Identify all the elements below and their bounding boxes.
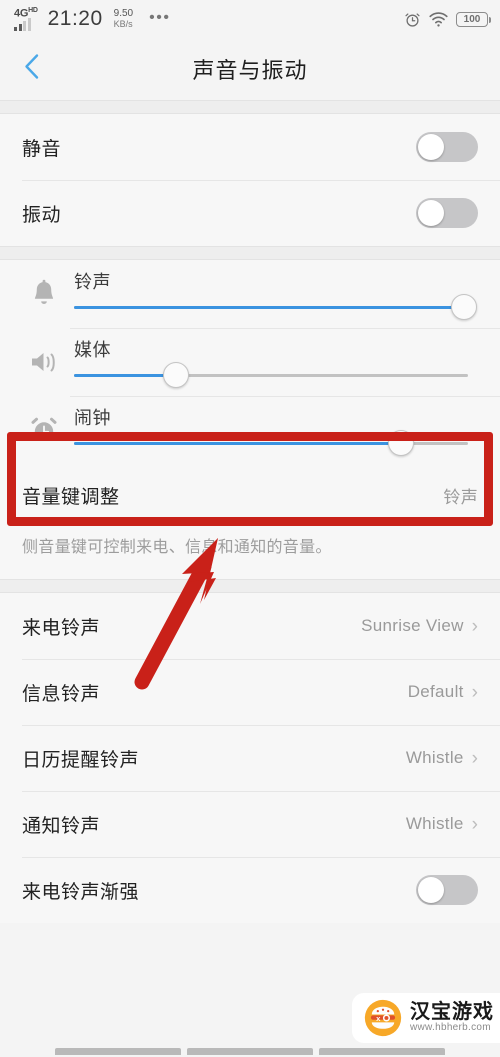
network-hd-label: HD <box>28 7 38 15</box>
ringtone-list-section: 来电铃声 Sunrise View › 信息铃声 Default › 日历提醒铃… <box>0 593 500 924</box>
slider-knob-alarm[interactable] <box>388 430 415 456</box>
volume-key-section: 音量键调整 铃声 侧音量键可控制来电、信息和通知的音量。 <box>0 464 500 580</box>
section-gap-2 <box>0 246 500 260</box>
status-bar-right: 100 <box>404 0 491 38</box>
row-gradual-ringtone-label: 来电铃声渐强 <box>22 881 140 903</box>
row-message-ringtone-right: Default › <box>408 682 478 702</box>
navigation-hint-bar <box>0 1045 500 1057</box>
row-notification-ringtone-label: 通知铃声 <box>22 815 101 837</box>
row-message-ringtone-label: 信息铃声 <box>22 683 101 705</box>
slider-label-media: 媒体 <box>74 340 111 360</box>
svg-text:x: x <box>376 1014 381 1023</box>
chevron-right-icon: › <box>471 747 478 769</box>
section-gap-1 <box>0 100 500 114</box>
network-type-label: 4G <box>14 8 29 20</box>
slider-row-ringtone[interactable]: 铃声 <box>0 260 500 328</box>
slider-track-alarm[interactable] <box>74 430 468 456</box>
slider-fill-media <box>74 374 177 377</box>
back-button[interactable] <box>18 48 45 91</box>
vibrate-toggle-knob <box>418 200 444 226</box>
slider-knob-media[interactable] <box>163 362 190 388</box>
status-bar: 4GHD 21:20 9.50 KB/s ••• 100 <box>0 0 500 38</box>
volume-key-description: 侧音量键可控制来电、信息和通知的音量。 <box>22 539 332 556</box>
watermark-url: www.hbherb.com <box>410 1022 491 1034</box>
row-calendar-ringtone-label: 日历提醒铃声 <box>22 749 140 771</box>
row-calendar-ringtone-value: Whistle <box>405 748 464 768</box>
row-mute-label: 静音 <box>22 138 62 160</box>
row-calendar-ringtone[interactable]: 日历提醒铃声 Whistle › <box>0 725 500 791</box>
row-call-ringtone[interactable]: 来电铃声 Sunrise View › <box>0 593 500 659</box>
watermark: x 汉宝游戏 www.hbherb.com <box>352 993 500 1043</box>
network-speed: 9.50 KB/s <box>114 9 133 29</box>
chevron-right-icon: › <box>471 681 478 703</box>
row-mute[interactable]: 静音 <box>0 114 500 180</box>
row-call-ringtone-value: Sunrise View <box>361 616 464 636</box>
slider-knob-ringtone[interactable] <box>451 294 478 320</box>
section-gap-3 <box>0 579 500 594</box>
row-vibrate[interactable]: 振动 <box>0 180 500 246</box>
mute-toggle-knob <box>418 134 444 160</box>
nav-hint-right[interactable] <box>319 1048 445 1055</box>
row-calendar-ringtone-right: Whistle › <box>406 748 478 768</box>
alarm-clock-icon <box>405 12 420 27</box>
chevron-right-icon: › <box>471 813 478 835</box>
gradual-ringtone-toggle[interactable] <box>416 875 478 906</box>
row-volume-key[interactable]: 音量键调整 铃声 <box>0 464 500 526</box>
slider-body-ringtone: 铃声 <box>70 260 482 328</box>
volume-sliders-section: 铃声 媒体 闹钟 <box>0 260 500 464</box>
row-volume-key-value: 铃声 <box>443 487 478 507</box>
slider-row-alarm[interactable]: 闹钟 <box>0 396 500 464</box>
status-overflow-dots: ••• <box>149 9 171 26</box>
phone-screen: 4GHD 21:20 9.50 KB/s ••• 100 声音与振动 静音 振动… <box>0 0 500 1057</box>
slider-label-ringtone: 铃声 <box>74 272 111 292</box>
row-notification-ringtone-value: Whistle <box>405 814 464 834</box>
nav-hint-center[interactable] <box>187 1048 313 1055</box>
bell-icon <box>18 279 70 309</box>
slider-label-alarm: 闹钟 <box>74 408 111 428</box>
cellular-signal-icon: 4GHD <box>14 7 38 31</box>
row-vibrate-label: 振动 <box>22 204 62 226</box>
row-notification-ringtone[interactable]: 通知铃声 Whistle › <box>0 791 500 857</box>
row-message-ringtone-value: Default <box>407 682 464 702</box>
slider-fill-alarm <box>74 442 402 445</box>
slider-track-ringtone[interactable] <box>74 294 478 320</box>
speaker-icon <box>18 348 70 376</box>
row-message-ringtone[interactable]: 信息铃声 Default › <box>0 659 500 725</box>
watermark-text: 汉宝游戏 www.hbherb.com <box>410 1002 494 1034</box>
battery-indicator: 100 <box>456 11 491 27</box>
vibrate-toggle[interactable] <box>416 198 478 228</box>
slider-track-media[interactable] <box>74 362 468 388</box>
chevron-right-icon: › <box>471 615 478 637</box>
title-bar: 声音与振动 <box>0 38 500 100</box>
wifi-icon <box>429 11 448 27</box>
page-title: 声音与振动 <box>192 58 308 83</box>
watermark-name: 汉宝游戏 <box>410 1001 494 1024</box>
slider-row-media[interactable]: 媒体 <box>0 328 500 396</box>
network-speed-value: 9.50 <box>113 8 134 20</box>
row-volume-key-label: 音量键调整 <box>22 486 120 508</box>
gradual-ringtone-toggle-knob <box>418 877 444 904</box>
row-gradual-ringtone[interactable]: 来电铃声渐强 <box>0 857 500 923</box>
status-bar-left: 4GHD 21:20 9.50 KB/s ••• <box>14 7 170 31</box>
row-call-ringtone-label: 来电铃声 <box>22 617 101 639</box>
chevron-left-icon <box>25 54 39 79</box>
row-call-ringtone-right: Sunrise View › <box>361 616 478 636</box>
slider-fill-ringtone <box>74 306 465 309</box>
slider-body-alarm: 闹钟 <box>70 396 482 464</box>
slider-body-media: 媒体 <box>70 328 482 396</box>
nav-hint-left[interactable] <box>55 1048 181 1055</box>
status-clock: 21:20 <box>47 7 103 30</box>
row-notification-ringtone-right: Whistle › <box>406 814 478 834</box>
mute-toggle[interactable] <box>416 132 478 162</box>
network-speed-unit: KB/s <box>113 18 133 29</box>
toggles-section: 静音 振动 <box>0 114 500 246</box>
burger-logo-icon: x <box>364 999 402 1037</box>
signal-bars-icon <box>14 18 31 31</box>
alarm-clock-icon <box>18 415 70 445</box>
